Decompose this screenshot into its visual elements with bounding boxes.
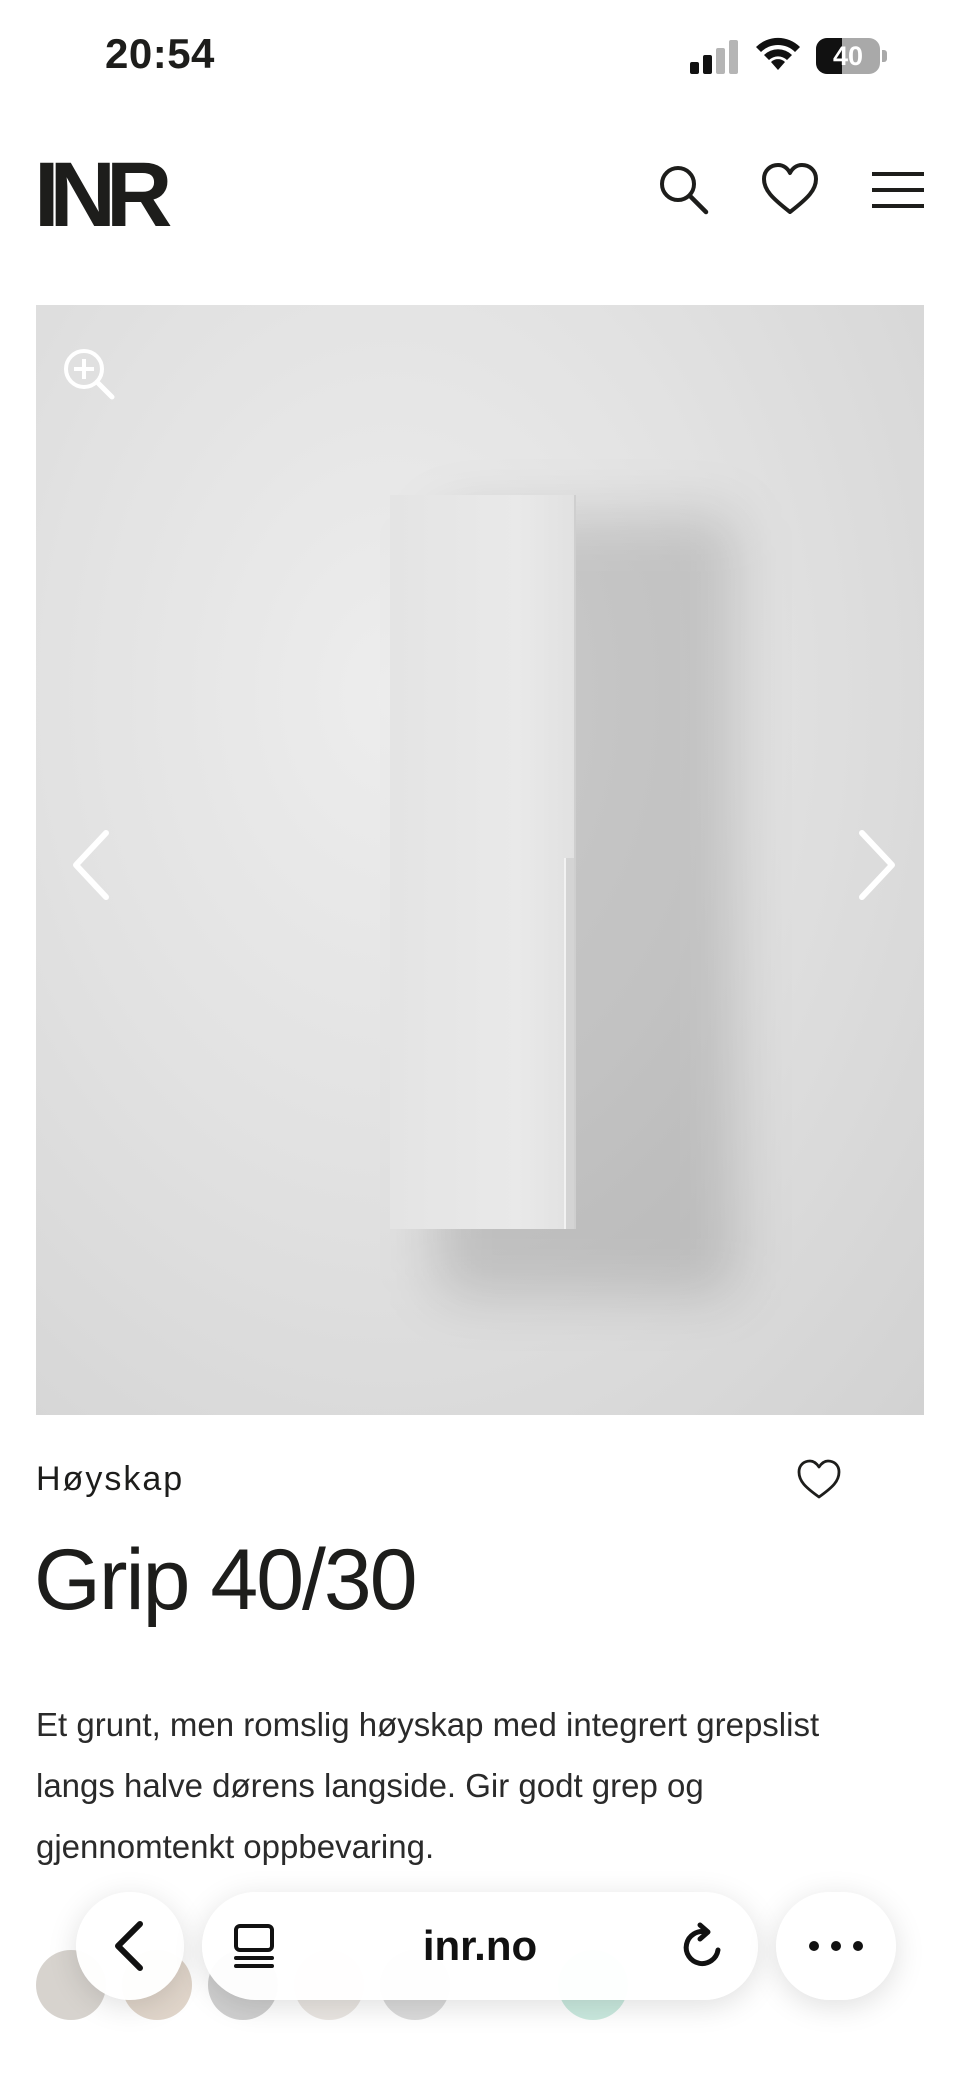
chevron-right-icon[interactable] <box>846 825 902 905</box>
search-icon[interactable] <box>654 160 714 220</box>
status-bar: 20:54 40 <box>0 0 960 110</box>
battery-icon: 40 <box>816 38 888 74</box>
chevron-left-icon[interactable] <box>66 825 122 905</box>
status-time: 20:54 <box>105 30 215 77</box>
logo[interactable]: INR <box>34 149 172 241</box>
url-text: inr.no <box>422 1922 538 1969</box>
more-button[interactable] <box>776 1892 896 2000</box>
heart-icon[interactable] <box>760 160 820 220</box>
zoom-in-icon[interactable] <box>60 345 118 403</box>
product-category: Høyskap <box>36 1460 185 1498</box>
product-title: Grip 40/30 <box>34 1532 418 1628</box>
heart-icon[interactable] <box>796 1458 842 1500</box>
product-description: Et grunt, men romslig høyskap med integr… <box>36 1706 820 1865</box>
product-gallery[interactable] <box>36 305 924 1415</box>
more-icon <box>809 1941 863 1951</box>
battery-percent: 40 <box>832 41 864 71</box>
menu-icon[interactable] <box>868 160 928 220</box>
back-icon <box>115 1921 143 1971</box>
signal-icon <box>690 40 738 74</box>
browser-toolbar: inr.no <box>0 1890 960 2010</box>
product-image-grip <box>564 858 574 1229</box>
product-image <box>390 495 574 1229</box>
page: 20:54 40 INR Høyskap Grip 40/30 Et grunt… <box>0 0 960 2077</box>
reload-icon[interactable] <box>678 1922 728 1972</box>
address-bar[interactable]: inr.no <box>202 1892 758 2000</box>
back-button[interactable] <box>76 1892 184 2000</box>
wifi-icon <box>756 37 800 70</box>
site-header: INR <box>0 140 960 250</box>
